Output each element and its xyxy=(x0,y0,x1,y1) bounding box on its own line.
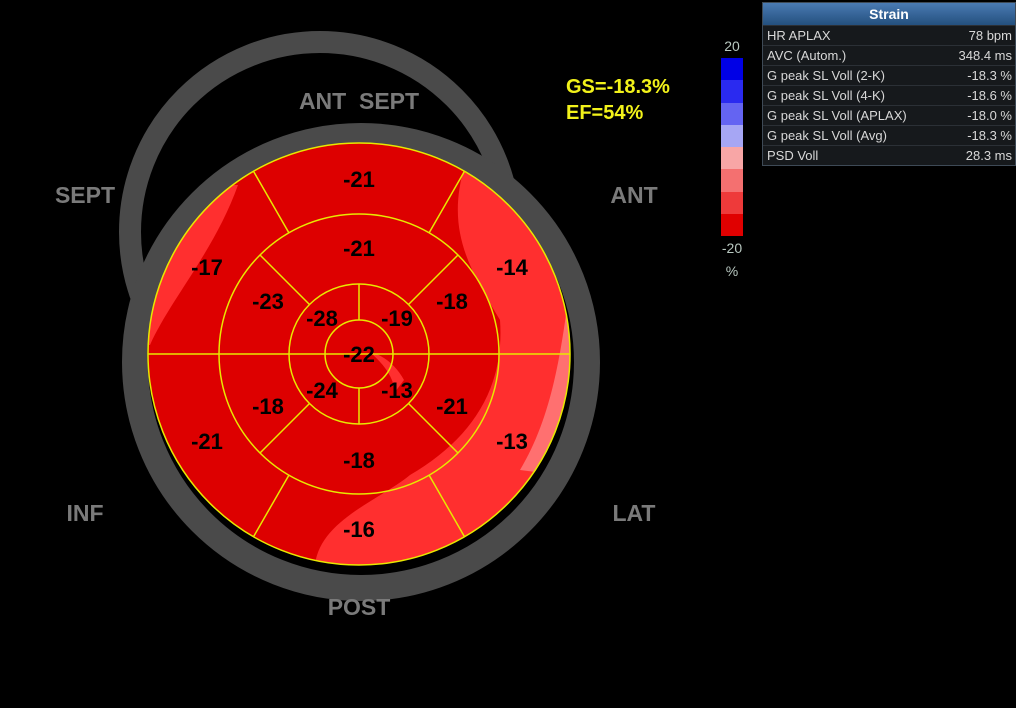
strain-panel-row: G peak SL Voll (Avg) -18.3 % xyxy=(763,125,1015,145)
strain-row-label: HR APLAX xyxy=(767,28,831,43)
strain-panel-title: Strain xyxy=(763,3,1015,25)
segment-mid-inferoseptal: -18 xyxy=(252,394,284,419)
strain-panel-row: G peak SL Voll (APLAX) -18.0 % xyxy=(763,105,1015,125)
strain-panel-rows: HR APLAX 78 bpm AVC (Autom.) 348.4 ms G peak… xyxy=(763,25,1015,165)
strain-row-label: AVC (Autom.) xyxy=(767,48,847,63)
strain-panel-row: HR APLAX 78 bpm xyxy=(763,25,1015,45)
segment-apical-lateral: -13 xyxy=(381,378,413,403)
color-scale-swatch xyxy=(721,102,743,125)
global-strain-value: GS=-18.3% xyxy=(566,76,670,98)
strain-panel: Strain HR APLAX 78 bpm AVC (Autom.) 348.4 m… xyxy=(762,2,1016,166)
strain-row-label: G peak SL Voll (Avg) xyxy=(767,128,887,143)
segment-mid-anteroseptal: -23 xyxy=(252,289,284,314)
strain-row-value: 78 bpm xyxy=(968,28,1012,43)
view-label-inf: INF xyxy=(66,500,103,526)
color-scale-swatch xyxy=(721,191,743,214)
strain-row-value: -18.3 % xyxy=(967,128,1012,143)
strain-row-value: -18.0 % xyxy=(967,108,1012,123)
strain-row-value: 28.3 ms xyxy=(965,148,1012,163)
view-label-lat: LAT xyxy=(612,500,655,526)
strain-panel-row: G peak SL Voll (2-K) -18.3 % xyxy=(763,65,1015,85)
segment-apical-anterior: -19 xyxy=(381,306,413,331)
view-label-ant: ANT xyxy=(610,182,657,208)
ejection-fraction-value: EF=54% xyxy=(566,102,644,124)
scale-unit-label: % xyxy=(725,263,739,279)
strain-row-value: -18.6 % xyxy=(967,88,1012,103)
view-label-ant-sept: ANT SEPT xyxy=(299,88,419,114)
color-scale-swatch xyxy=(721,80,743,103)
segment-mid-inferior: -18 xyxy=(343,448,375,473)
segment-basal-anterolateral: -14 xyxy=(496,255,529,280)
strain-panel-row: AVC (Autom.) 348.4 ms xyxy=(763,45,1015,65)
segment-apex: -22 xyxy=(343,342,375,367)
segment-apical-inferior: -24 xyxy=(306,378,339,403)
global-summary: GS=-18.3% EF=54% xyxy=(566,74,670,126)
color-scale-swatch xyxy=(721,124,743,147)
scale-min-label: -20 xyxy=(721,240,743,256)
strain-row-label: G peak SL Voll (APLAX) xyxy=(767,108,907,123)
strain-row-value: 348.4 ms xyxy=(958,48,1012,63)
strain-row-label: G peak SL Voll (4-K) xyxy=(767,88,886,103)
color-scale-swatch xyxy=(721,58,743,81)
strain-row-label: PSD Voll xyxy=(767,148,819,163)
segment-apical-septal: -28 xyxy=(306,306,338,331)
segment-mid-anterolateral: -18 xyxy=(436,289,468,314)
strain-panel-row: PSD Voll 28.3 ms xyxy=(763,145,1015,165)
scale-max-label: 20 xyxy=(724,38,740,54)
segment-basal-inferoseptal: -21 xyxy=(191,429,223,454)
color-scale-swatch xyxy=(721,169,743,192)
strain-row-label: G peak SL Voll (2-K) xyxy=(767,68,886,83)
segment-basal-inferolateral: -13 xyxy=(496,429,528,454)
segment-mid-inferolateral: -21 xyxy=(436,394,468,419)
segment-mid-anterior: -21 xyxy=(343,236,375,261)
strain-row-value: -18.3 % xyxy=(967,68,1012,83)
view-label-post: POST xyxy=(328,594,391,620)
strain-panel-row: G peak SL Voll (4-K) -18.6 % xyxy=(763,85,1015,105)
color-scale-bar xyxy=(721,58,743,236)
segment-basal-anteroseptal: -17 xyxy=(191,255,223,280)
segment-basal-anterior: -21 xyxy=(343,167,375,192)
view-label-sept: SEPT xyxy=(55,182,115,208)
color-scale-swatch xyxy=(721,213,743,236)
color-scale-swatch xyxy=(721,147,743,170)
segment-basal-inferior: -16 xyxy=(343,517,375,542)
